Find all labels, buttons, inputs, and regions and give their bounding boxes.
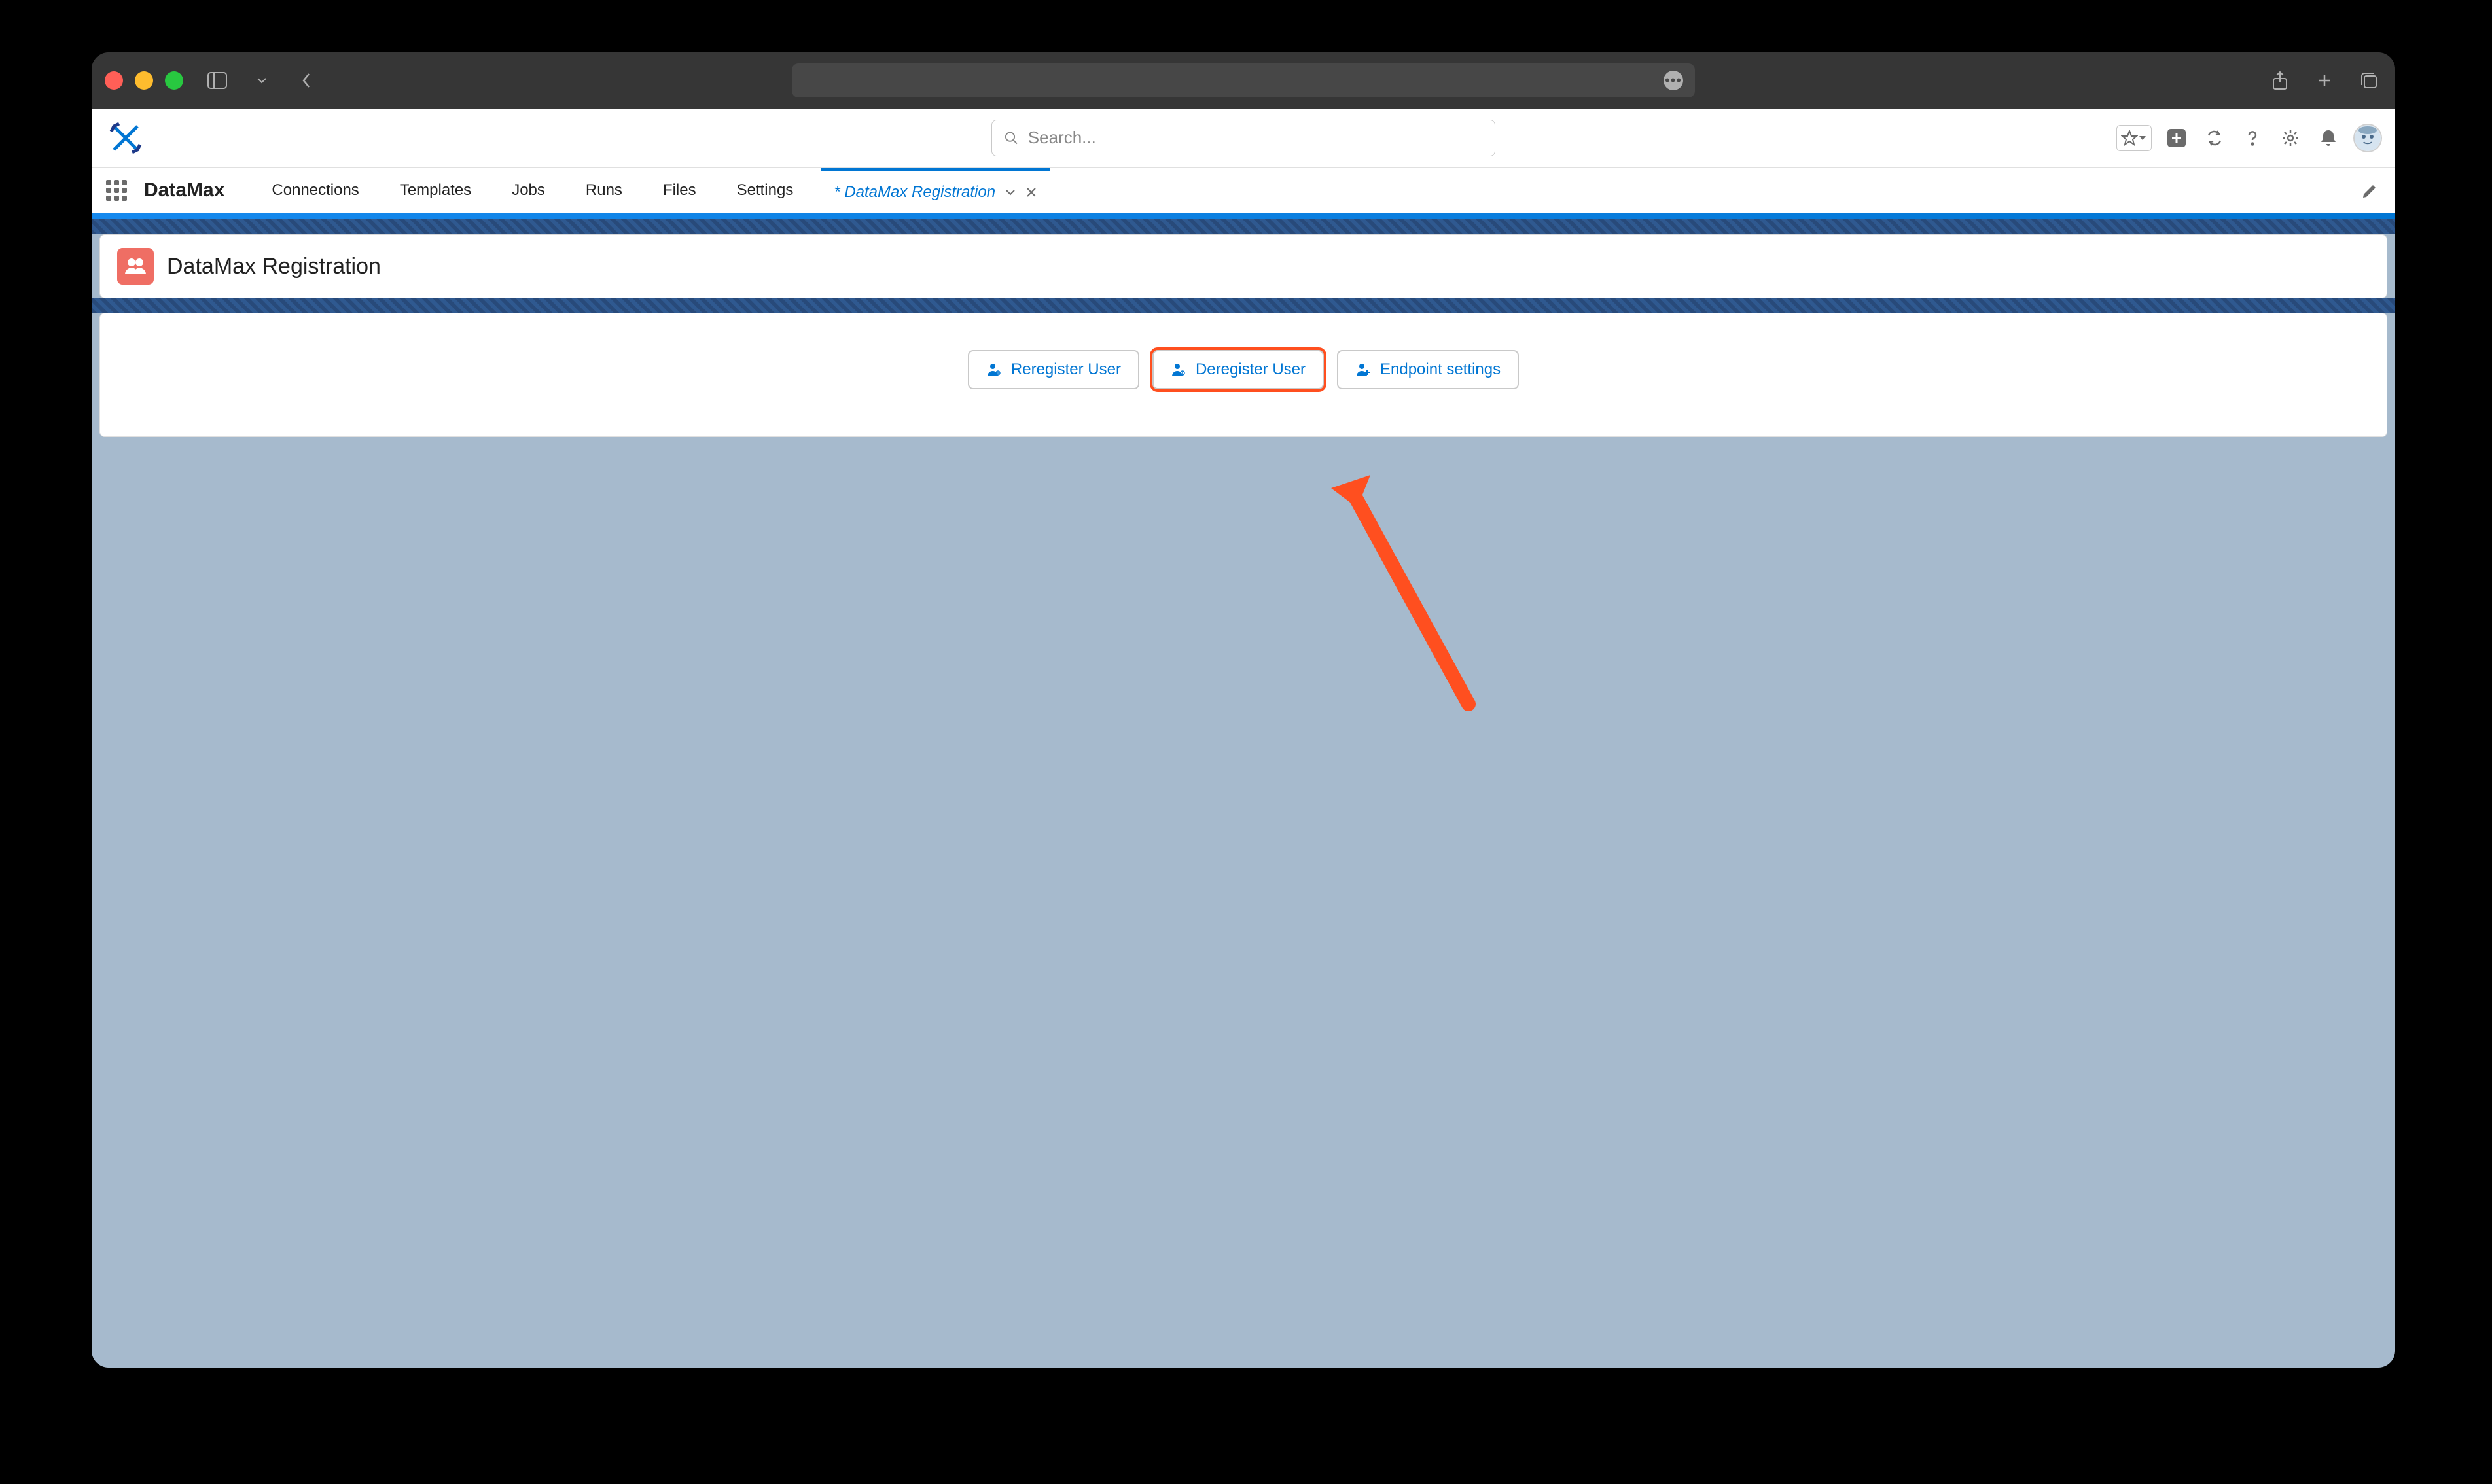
share-icon[interactable] [2267, 67, 2293, 94]
active-tab-label: * DataMax Registration [834, 183, 995, 202]
address-menu-icon[interactable]: ••• [1664, 71, 1683, 90]
accent-strip [92, 213, 2395, 219]
pattern-strip [92, 298, 2395, 313]
app-content: DataMax Connections Templates Jobs Runs … [92, 109, 2395, 1368]
app-nav: DataMax Connections Templates Jobs Runs … [92, 168, 2395, 213]
favorites-button[interactable] [2116, 125, 2152, 151]
active-tab[interactable]: * DataMax Registration [821, 168, 1050, 213]
close-window-button[interactable] [105, 71, 123, 90]
address-bar[interactable]: ••• [792, 63, 1695, 97]
button-label: Endpoint settings [1380, 361, 1501, 379]
user-avatar[interactable] [2353, 124, 2382, 152]
star-icon [2121, 130, 2138, 147]
nav-files[interactable]: Files [650, 168, 709, 213]
help-icon[interactable] [2239, 125, 2266, 151]
chevron-down-icon[interactable] [1005, 188, 1016, 196]
tabs-icon[interactable] [2356, 67, 2382, 94]
button-label: Deregister User [1196, 361, 1306, 379]
page-title: DataMax Registration [167, 254, 381, 279]
global-search[interactable] [991, 120, 1495, 156]
page-header-card: DataMax Registration [99, 234, 2387, 298]
deregister-user-button[interactable]: Deregister User [1152, 350, 1324, 389]
search-icon [1004, 130, 1019, 146]
sidebar-toggle-icon[interactable] [204, 67, 230, 94]
action-panel: Reregister User Deregister User Endpoint… [99, 313, 2387, 437]
app-name: DataMax [144, 179, 224, 202]
reregister-user-button[interactable]: Reregister User [968, 350, 1139, 389]
fullscreen-window-button[interactable] [165, 71, 183, 90]
button-label: Reregister User [1011, 361, 1121, 379]
user-gear-icon [1171, 362, 1186, 378]
edit-icon[interactable] [2357, 177, 2383, 203]
back-button[interactable] [293, 67, 319, 94]
user-gear-icon [986, 362, 1002, 378]
search-input[interactable] [1028, 128, 1483, 148]
nav-runs[interactable]: Runs [573, 168, 635, 213]
new-tab-icon[interactable] [2311, 67, 2338, 94]
app-header [92, 109, 2395, 168]
annotation-arrow [1318, 468, 1488, 717]
close-tab-icon[interactable] [1025, 186, 1037, 198]
user-plus-icon [1355, 362, 1371, 378]
add-button[interactable] [2163, 125, 2190, 151]
nav-templates[interactable]: Templates [387, 168, 484, 213]
chevron-down-icon [2138, 135, 2147, 141]
nav-connections[interactable]: Connections [258, 168, 372, 213]
page-icon [117, 248, 154, 285]
sync-icon[interactable] [2201, 125, 2228, 151]
window-controls [105, 71, 183, 90]
minimize-window-button[interactable] [135, 71, 153, 90]
endpoint-settings-button[interactable]: Endpoint settings [1337, 350, 1519, 389]
pattern-strip [92, 219, 2395, 234]
titlebar-dropdown-icon[interactable] [249, 67, 275, 94]
app-launcher-icon[interactable] [103, 177, 130, 203]
nav-jobs[interactable]: Jobs [499, 168, 558, 213]
setup-icon[interactable] [2277, 125, 2304, 151]
browser-titlebar: ••• [92, 52, 2395, 109]
nav-settings[interactable]: Settings [724, 168, 807, 213]
app-logo[interactable] [105, 117, 147, 159]
browser-window: ••• [92, 52, 2395, 1368]
notifications-icon[interactable] [2315, 125, 2341, 151]
